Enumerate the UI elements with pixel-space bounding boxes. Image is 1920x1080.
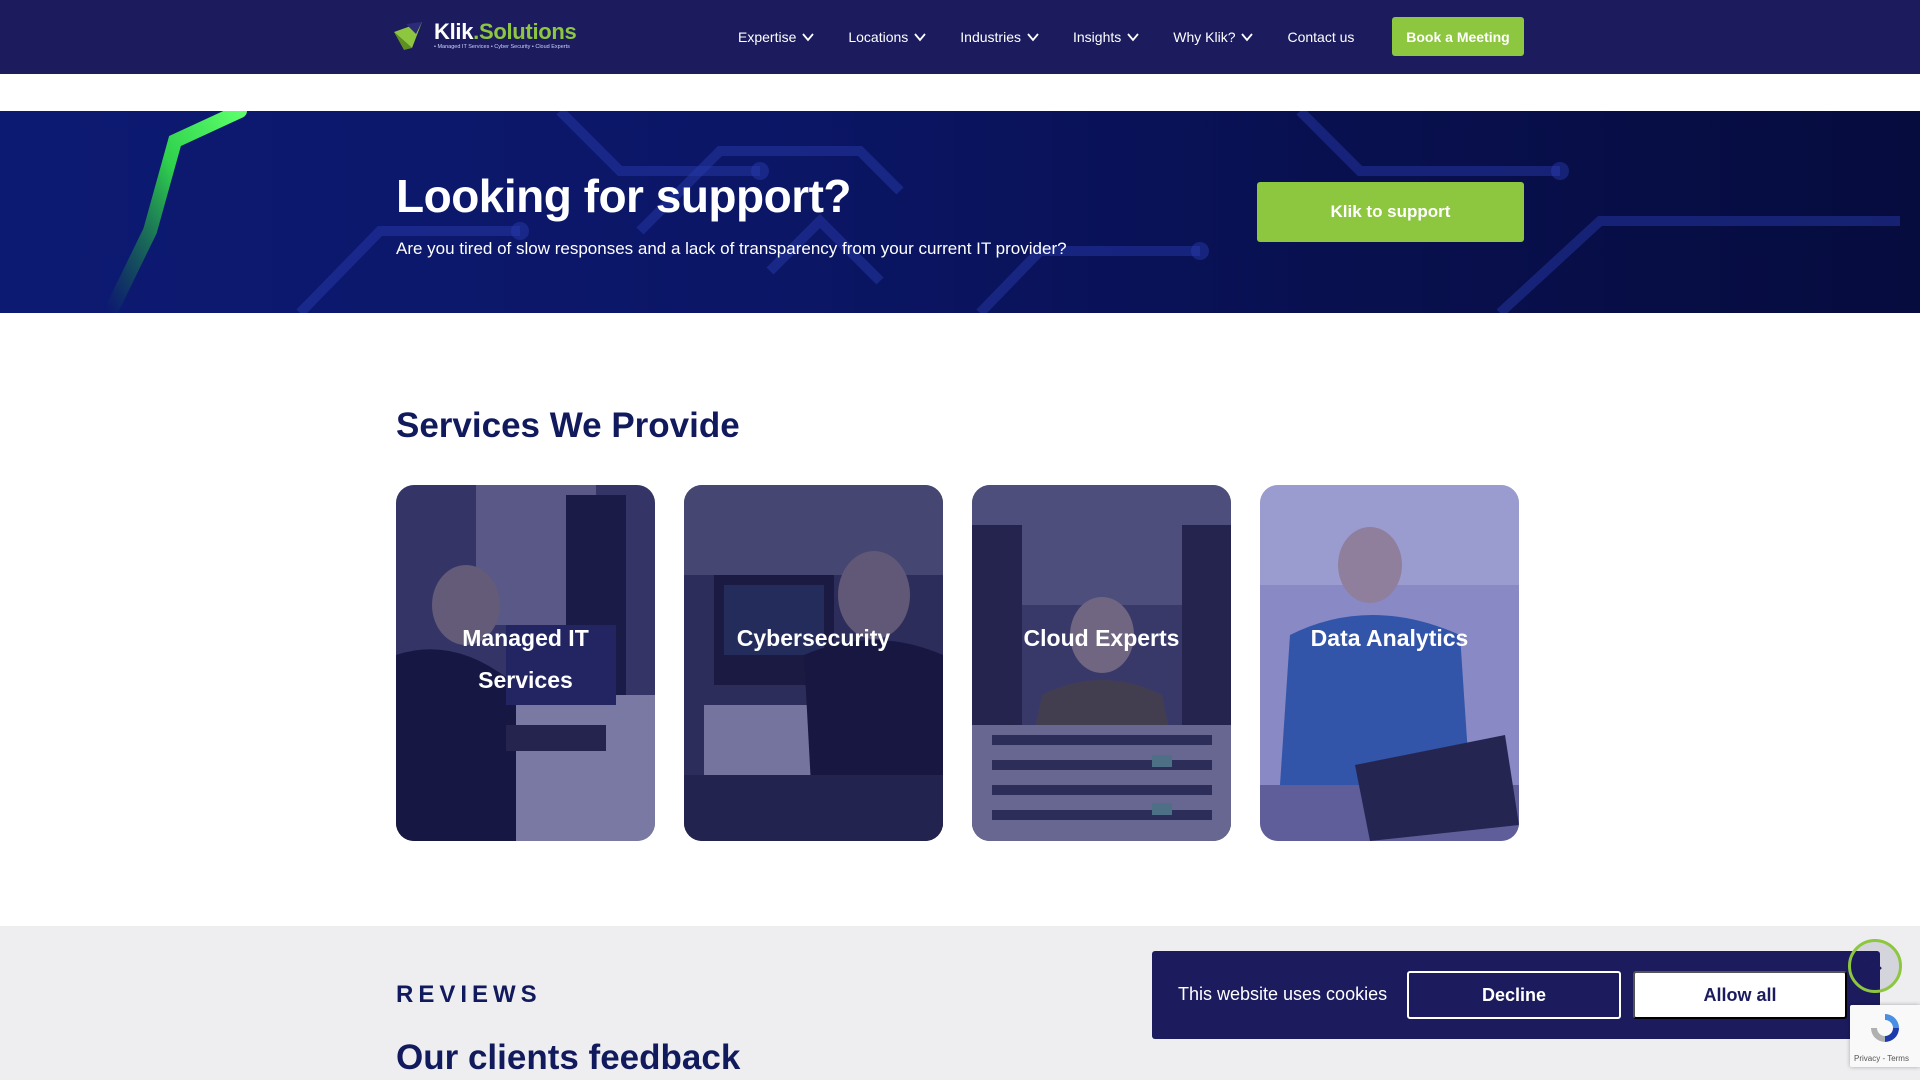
recaptcha-icon bbox=[1871, 1014, 1899, 1042]
nav-item-industries[interactable]: Industries bbox=[960, 29, 1040, 45]
service-card-managed-it[interactable]: Managed IT Services bbox=[396, 485, 655, 841]
recaptcha-links[interactable]: Privacy - Terms bbox=[1854, 1054, 1909, 1063]
service-card-data-analytics[interactable]: Data Analytics bbox=[1260, 485, 1519, 841]
chevron-up-icon bbox=[1868, 961, 1882, 970]
nav-item-label: Why Klik? bbox=[1173, 29, 1236, 45]
main-nav: Expertise Locations Industries Insights … bbox=[738, 0, 1387, 74]
recaptcha-badge[interactable]: Privacy - Terms bbox=[1850, 1005, 1920, 1067]
reviews-eyebrow: REVIEWS bbox=[396, 981, 542, 1008]
card-tint bbox=[684, 485, 943, 841]
site-header: Klik.Solutions • Managed IT Services • C… bbox=[0, 0, 1920, 74]
service-card-label: Cloud Experts bbox=[1023, 625, 1180, 651]
book-meeting-button[interactable]: Book a Meeting bbox=[1392, 17, 1524, 56]
nav-item-label: Expertise bbox=[738, 29, 797, 45]
service-card-cybersecurity[interactable]: Cybersecurity bbox=[684, 485, 943, 841]
nav-item-label: Locations bbox=[848, 29, 909, 45]
nav-item-locations[interactable]: Locations bbox=[848, 29, 927, 45]
services-cards: Managed IT Services Cybersecurity Cloud … bbox=[396, 485, 1519, 841]
nav-item-label: Insights bbox=[1073, 29, 1122, 45]
cookie-message: This website uses cookies bbox=[1178, 984, 1388, 1004]
nav-item-why-klik[interactable]: Why Klik? bbox=[1173, 29, 1254, 45]
chevron-down-icon bbox=[802, 33, 815, 42]
nav-item-expertise[interactable]: Expertise bbox=[738, 29, 815, 45]
card-tint bbox=[1260, 485, 1519, 841]
chevron-down-icon bbox=[1027, 33, 1039, 42]
chevron-down-icon bbox=[1127, 33, 1139, 42]
service-card-label: Managed IT Services bbox=[462, 625, 589, 693]
allow-all-cookies-button[interactable]: Allow all bbox=[1633, 971, 1847, 1019]
klik-to-support-button[interactable]: Klik to support bbox=[1257, 182, 1524, 242]
klik-solutions-logo[interactable]: Klik.Solutions • Managed IT Services • C… bbox=[392, 15, 577, 55]
nav-item-label: Contact us bbox=[1287, 29, 1355, 45]
chevron-down-icon bbox=[1241, 33, 1254, 42]
scroll-to-top-button[interactable] bbox=[1848, 939, 1902, 993]
nav-item-contact-us[interactable]: Contact us bbox=[1287, 29, 1354, 45]
support-banner: Looking for support? Are you tired of sl… bbox=[0, 111, 1920, 313]
service-card-label: Cybersecurity bbox=[736, 625, 891, 651]
cookie-banner: This website uses cookies Decline Allow … bbox=[1152, 951, 1880, 1039]
logo-wordmark: Klik.Solutions bbox=[434, 18, 577, 44]
services-heading: Services We Provide bbox=[396, 406, 740, 445]
circuit-background-graphic bbox=[103, 111, 1900, 313]
logo-mark-icon bbox=[394, 22, 422, 50]
reviews-heading: Our clients feedback bbox=[396, 1038, 741, 1077]
decline-cookies-button[interactable]: Decline bbox=[1407, 971, 1621, 1019]
chevron-down-icon bbox=[914, 33, 926, 42]
logo-tagline: • Managed IT Services • Cyber Security •… bbox=[434, 43, 570, 50]
card-tint bbox=[972, 485, 1231, 841]
nav-item-insights[interactable]: Insights bbox=[1073, 29, 1140, 45]
support-subheading: Are you tired of slow responses and a la… bbox=[396, 239, 1067, 258]
service-card-cloud-experts[interactable]: Cloud Experts bbox=[972, 485, 1231, 841]
support-heading: Looking for support? bbox=[396, 170, 852, 222]
nav-item-label: Industries bbox=[960, 29, 1021, 45]
service-card-label: Data Analytics bbox=[1310, 625, 1469, 651]
